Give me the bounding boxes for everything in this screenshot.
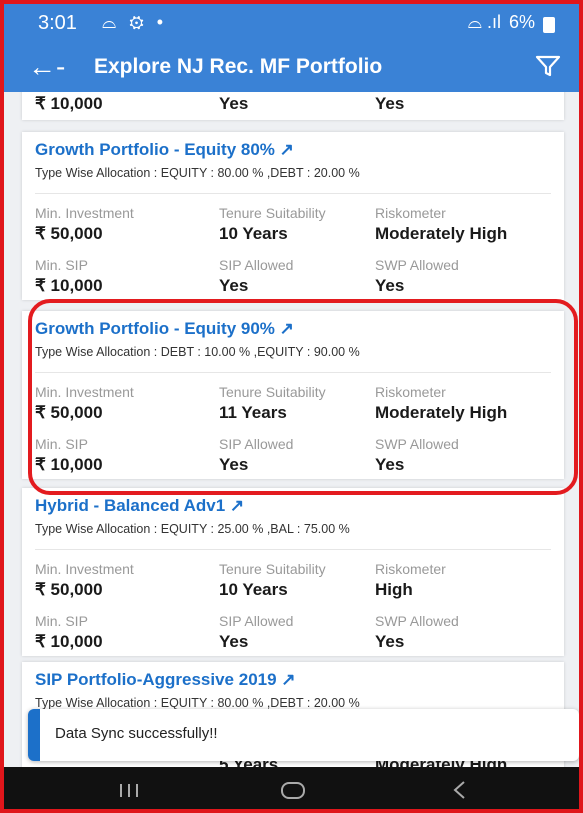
swp-allowed-value: Yes [375, 276, 405, 295]
status-time: 3:01 [38, 12, 77, 34]
signal-icon: ⌓ .ıl [467, 12, 501, 32]
screenshot-frame: 3:01 ⌓ ⚙ • ⌓ .ıl 6% ←‑ Explore NJ Rec. M… [0, 0, 583, 813]
portfolio-title-link[interactable]: SIP Portfolio-Aggressive 2019 ↗ [35, 670, 296, 690]
swp-allowed-label: SWP Allowed [375, 436, 459, 452]
divider [35, 372, 551, 373]
divider [35, 549, 551, 550]
tenure-label: Tenure Suitability [219, 384, 326, 400]
page-title: Explore NJ Rec. MF Portfolio [94, 55, 383, 78]
back-icon [453, 781, 465, 799]
min-investment-label: Min. Investment [35, 205, 134, 221]
min-sip-value: ₹ 10,000 [35, 632, 103, 651]
swp-allowed-value: Yes [375, 632, 405, 651]
min-investment-label: Min. Investment [35, 561, 134, 577]
sip-allowed-value: Yes [219, 632, 249, 651]
portfolio-title-link[interactable]: Hybrid - Balanced Adv1 ↗ [35, 496, 244, 516]
portfolio-card[interactable]: Growth Portfolio - Equity 80% ↗ Type Wis… [22, 132, 564, 300]
tenure-value: 11 Years [219, 403, 287, 422]
swp-allowed-value: Yes [375, 455, 405, 474]
min-sip-value: ₹ 10,000 [35, 455, 103, 474]
home-button[interactable] [247, 767, 337, 809]
sip-allowed-value: Yes [219, 276, 249, 295]
sip-allowed-value: Yes [219, 94, 249, 113]
swp-allowed-label: SWP Allowed [375, 257, 459, 273]
portfolio-title-link[interactable]: Growth Portfolio - Equity 80% ↗ [35, 140, 294, 160]
allocation-text: Type Wise Allocation : EQUITY : 80.00 % … [35, 696, 360, 710]
tenure-label: Tenure Suitability [219, 205, 326, 221]
min-sip-value: ₹ 10,000 [35, 94, 103, 113]
battery-level: 6% [508, 12, 535, 32]
system-nav-bar [4, 767, 579, 809]
riskometer-value: Moderately High [375, 403, 508, 422]
min-sip-label: Min. SIP [35, 613, 88, 629]
swp-allowed-value: Yes [375, 94, 405, 113]
status-bar: 3:01 ⌓ ⚙ • ⌓ .ıl 6% [4, 4, 579, 44]
min-investment-label: Min. Investment [35, 384, 134, 400]
portfolio-title-link[interactable]: Growth Portfolio - Equity 90% ↗ [35, 319, 294, 339]
tenure-value: 10 Years [219, 580, 288, 599]
tenure-value: 10 Years [219, 224, 288, 243]
toast-notification: Data Sync successfully!! [28, 709, 579, 761]
recents-icon [120, 784, 138, 797]
sip-allowed-label: SIP Allowed [219, 436, 294, 452]
riskometer-value: High [375, 580, 413, 599]
swp-allowed-label: SWP Allowed [375, 613, 459, 629]
min-sip-label: Min. SIP [35, 436, 88, 452]
home-icon [281, 782, 305, 799]
status-right-group: ⌓ .ıl 6% [468, 12, 555, 33]
allocation-text: Type Wise Allocation : EQUITY : 80.00 % … [35, 166, 360, 180]
riskometer-label: Riskometer [375, 561, 446, 577]
tenure-label: Tenure Suitability [219, 561, 326, 577]
min-sip-value: ₹ 10,000 [35, 276, 103, 295]
riskometer-label: Riskometer [375, 384, 446, 400]
portfolio-card[interactable]: Growth Portfolio - Equity 90% ↗ Type Wis… [22, 311, 564, 479]
sip-allowed-label: SIP Allowed [219, 613, 294, 629]
portfolio-card-partial[interactable]: ₹ 10,000 Yes Yes [22, 92, 564, 120]
allocation-text: Type Wise Allocation : DEBT : 10.00 % ,E… [35, 345, 360, 359]
min-investment-value: ₹ 50,000 [35, 580, 103, 599]
riskometer-label: Riskometer [375, 205, 446, 221]
recents-button[interactable] [84, 767, 174, 809]
min-sip-label: Min. SIP [35, 257, 88, 273]
min-investment-value: ₹ 50,000 [35, 224, 103, 243]
battery-icon [543, 16, 555, 33]
riskometer-value: Moderately High [375, 224, 508, 243]
sip-allowed-value: Yes [219, 455, 249, 474]
divider [35, 193, 551, 194]
portfolio-card[interactable]: Hybrid - Balanced Adv1 ↗ Type Wise Alloc… [22, 488, 564, 656]
nav-back-button[interactable] [414, 767, 504, 809]
app-bar: ←‑ Explore NJ Rec. MF Portfolio [4, 44, 579, 92]
min-investment-value: ₹ 50,000 [35, 403, 103, 422]
portfolio-list[interactable]: ₹ 10,000 Yes Yes Growth Portfolio - Equi… [4, 92, 579, 767]
toast-message: Data Sync successfully!! [55, 725, 218, 742]
back-arrow-icon[interactable]: ←‑ [28, 52, 65, 82]
status-notification-icons: ⌓ ⚙ • [102, 12, 168, 32]
toast-accent-bar [28, 709, 40, 761]
filter-icon[interactable] [535, 54, 561, 83]
allocation-text: Type Wise Allocation : EQUITY : 25.00 % … [35, 522, 350, 536]
sip-allowed-label: SIP Allowed [219, 257, 294, 273]
